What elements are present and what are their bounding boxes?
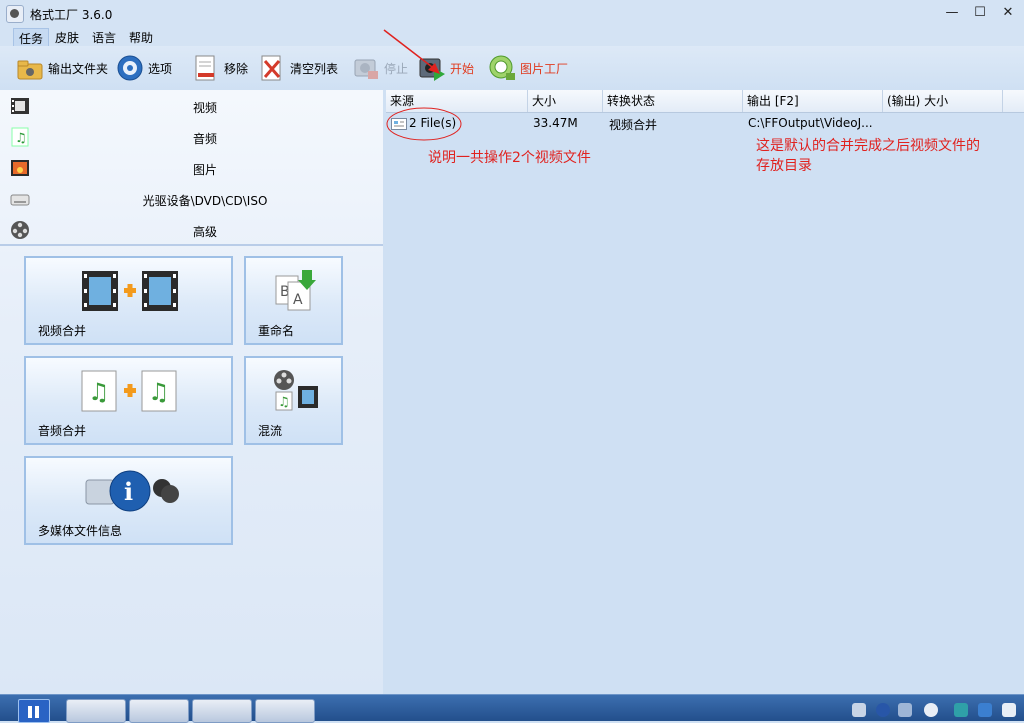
stop-icon [352,54,380,82]
row-size: 33.47M [533,116,578,130]
remove-button[interactable]: 移除 [192,52,248,84]
picture-factory-label: 图片工厂 [520,61,569,76]
rename-label: 重命名 [258,324,295,338]
annotation-output-note-1: 这是默认的合并完成之后视频文件的 [756,138,980,154]
row-status: 视频合并 [609,118,658,132]
file-list: 来源 大小 转换状态 输出 [F2] (输出) 大小 2 File(s) 33.… [386,90,1024,694]
clear-list-icon [258,54,286,82]
remove-label: 移除 [224,61,249,76]
maximize-button[interactable]: ☐ [966,3,994,23]
tray-app-icon-3[interactable] [1002,703,1016,717]
category-video-label: 视频 [192,101,217,115]
svg-text:♫: ♫ [278,395,290,410]
category-advanced-label: 高级 [192,225,217,239]
media-info-tile[interactable]: i 多媒体文件信息 [24,456,233,545]
category-divider [0,244,383,246]
output-folder-label: 输出文件夹 [48,61,109,76]
taskbar-logo-icon [28,706,32,718]
category-rom-device-label: 光驱设备\DVD\CD\ISO [142,194,268,208]
audio-join-tile[interactable]: ♫ ♫ 音频合并 [24,356,233,445]
mux-tile[interactable]: ♫ 混流 [244,356,343,445]
annotation-ellipse [386,107,462,141]
toolbar: 输出文件夹 选项 移除 清空列表 停止 开始 图片工厂 [0,29,1024,90]
svg-text:A: A [293,292,303,308]
taskbar [0,694,1024,723]
start-menu-button[interactable] [18,699,50,723]
window-title: 格式工厂 3.6.0 [30,8,113,22]
title-bar: 格式工厂 3.6.0 — ☐ ✕ [0,0,1024,26]
svg-text:♫: ♫ [88,378,110,406]
category-picture[interactable]: 图片 [0,153,383,183]
folder-icon [16,54,44,82]
annotation-arrow-icon [383,29,440,74]
tray-app-icon[interactable] [954,703,968,717]
menu-skin[interactable]: 皮肤 [50,28,84,47]
task-panel: 视频 ♫ 音频 图片 光驱设备\DVD\CD\ISO 高级 视频合并 B A 重… [0,90,383,694]
audio-join-label: 音频合并 [38,424,87,438]
options-button[interactable]: 选项 [116,52,172,84]
column-output[interactable]: 输出 [F2] [743,90,883,112]
app-icon [6,5,24,23]
tray-app-icon-2[interactable] [978,703,992,717]
category-rom-device[interactable]: 光驱设备\DVD\CD\ISO [0,184,383,214]
video-join-label: 视频合并 [38,324,87,338]
menu-help[interactable]: 帮助 [124,28,158,47]
column-status[interactable]: 转换状态 [603,90,743,112]
media-info-label: 多媒体文件信息 [38,524,123,538]
audio-join-icon: ♫ ♫ [81,370,177,412]
video-join-icon [82,271,178,311]
category-video[interactable]: 视频 [0,91,383,121]
picture-factory-icon [488,54,516,82]
tray-network-icon[interactable] [924,703,938,717]
video-join-tile[interactable]: 视频合并 [24,256,233,345]
column-size[interactable]: 大小 [528,90,603,112]
picture-factory-button[interactable]: 图片工厂 [488,52,568,84]
close-button[interactable]: ✕ [994,3,1022,23]
category-advanced[interactable]: 高级 [0,215,383,245]
tray-window-icon[interactable] [898,703,912,717]
output-folder-button[interactable]: 输出文件夹 [16,52,108,84]
taskbar-app-2[interactable] [129,699,189,723]
rename-tile[interactable]: B A 重命名 [244,256,343,345]
row-output: C:\FFOutput\VideoJ... [748,116,873,130]
annotation-files-note: 说明一共操作2个视频文件 [428,150,591,166]
annotation-output-note-2: 存放目录 [756,158,812,174]
column-output-size[interactable]: (输出) 大小 [883,90,1003,112]
info-icon: i [85,470,179,512]
category-picture-label: 图片 [192,163,217,177]
tray-help-icon[interactable] [876,703,890,717]
start-label: 开始 [450,61,475,76]
table-row[interactable]: 2 File(s) 33.47M 视频合并 C:\FFOutput\VideoJ… [386,114,1024,134]
options-label: 选项 [148,61,173,76]
mux-label: 混流 [258,424,283,438]
svg-text:♫: ♫ [148,378,170,406]
taskbar-app-1[interactable] [66,699,126,723]
remove-icon [192,54,220,82]
category-audio-label: 音频 [192,132,217,146]
category-audio[interactable]: ♫ 音频 [0,122,383,152]
gear-icon [116,54,144,82]
menu-bar: 任务 皮肤 语言 帮助 [0,26,1024,49]
svg-text:i: i [124,477,133,506]
mux-icon: ♫ [274,370,318,411]
rename-icon: B A [275,270,316,311]
clear-list-label: 清空列表 [290,61,339,76]
tray-keyboard-icon[interactable] [852,703,866,717]
menu-language[interactable]: 语言 [87,28,121,47]
taskbar-app-format-factory[interactable] [255,699,315,723]
clear-list-button[interactable]: 清空列表 [258,52,338,84]
minimize-button[interactable]: — [938,3,966,23]
table-header: 来源 大小 转换状态 输出 [F2] (输出) 大小 [386,90,1024,113]
taskbar-app-3[interactable] [192,699,252,723]
